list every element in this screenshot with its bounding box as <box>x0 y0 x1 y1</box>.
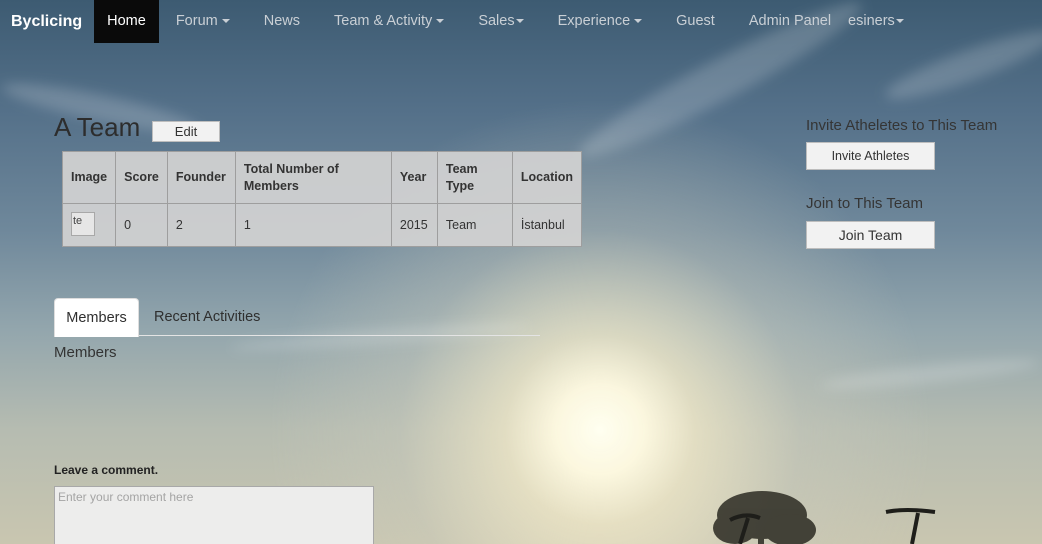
tab-members[interactable]: Members <box>54 298 139 337</box>
cloud-streak <box>819 353 1041 395</box>
tab-recent-activities[interactable]: Recent Activities <box>154 298 260 336</box>
nav-home-label: Home <box>107 13 146 29</box>
nav-news[interactable]: News <box>247 0 317 43</box>
nav-guest[interactable]: Guest <box>659 0 732 43</box>
nav-home[interactable]: Home <box>94 0 159 43</box>
page-title: A Team <box>54 112 141 142</box>
column-header: Year <box>390 151 438 204</box>
year-cell: 2015 <box>390 203 438 247</box>
tree-silhouette <box>713 491 816 544</box>
founder-cell: 2 <box>166 203 236 247</box>
bicycle-silhouette <box>729 508 936 544</box>
tab-recent-activities-label: Recent Activities <box>154 309 261 325</box>
join-heading: Join to This Team <box>806 195 924 212</box>
invite-heading: Invite Atheletes to This Team <box>806 117 998 134</box>
nav-team-activity-label: Team & Activity <box>334 13 433 29</box>
join-team-button[interactable]: Join Team <box>806 221 935 249</box>
team-type-cell: Team <box>436 203 513 247</box>
nav-guest-label: Guest <box>676 13 715 29</box>
column-header: Score <box>115 151 168 204</box>
nav-sales[interactable]: Sales <box>461 0 540 43</box>
column-header: Image <box>61 151 117 204</box>
team-tabs: Members Recent Activities <box>54 298 540 337</box>
nav-team-activity[interactable]: Team & Activity <box>317 0 461 43</box>
total-members-cell: 1 <box>234 203 392 247</box>
nav-user-menu[interactable]: esiners <box>848 0 921 43</box>
top-navbar: Byclicing Home Forum News Team & Activit… <box>0 0 1042 43</box>
team-info-table: Image Score Founder Total Number of Memb… <box>61 151 583 247</box>
team-image-cell: te <box>61 203 117 247</box>
nav-user-label: esiners <box>848 13 895 29</box>
caret-down-icon <box>515 19 524 24</box>
nav-experience-label: Experience <box>557 13 631 29</box>
edit-button[interactable]: Edit <box>152 121 220 142</box>
nav-admin-panel[interactable]: Admin Panel <box>732 0 848 43</box>
table-header-row: Image Score Founder Total Number of Memb… <box>61 151 583 204</box>
caret-down-icon <box>895 19 904 24</box>
brand-logo[interactable]: Byclicing <box>0 0 94 43</box>
score-cell: 0 <box>115 203 168 247</box>
nav-forum[interactable]: Forum <box>159 0 247 43</box>
table-row: te 0 2 1 2015 Team İstanbul <box>61 203 583 247</box>
invite-athletes-button[interactable]: Invite Athletes <box>806 142 935 170</box>
nav-experience[interactable]: Experience <box>541 0 660 43</box>
column-header: Team Type <box>436 151 513 204</box>
team-image: te <box>71 211 95 236</box>
location-cell: İstanbul <box>511 203 583 247</box>
tab-members-label: Members <box>66 310 127 326</box>
nav-admin-panel-label: Admin Panel <box>748 13 832 29</box>
nav-sales-label: Sales <box>478 13 515 29</box>
column-header: Location <box>511 151 583 204</box>
column-header: Total Number of Members <box>234 151 392 204</box>
nav-news-label: News <box>263 13 300 29</box>
column-header: Founder <box>166 151 236 204</box>
nav-forum-label: Forum <box>175 13 218 29</box>
comment-textarea[interactable] <box>54 486 374 544</box>
comment-label: Leave a comment. <box>54 463 159 477</box>
caret-down-icon <box>634 19 643 24</box>
caret-down-icon <box>221 19 230 24</box>
members-heading: Members <box>54 344 117 361</box>
caret-down-icon <box>436 19 445 24</box>
